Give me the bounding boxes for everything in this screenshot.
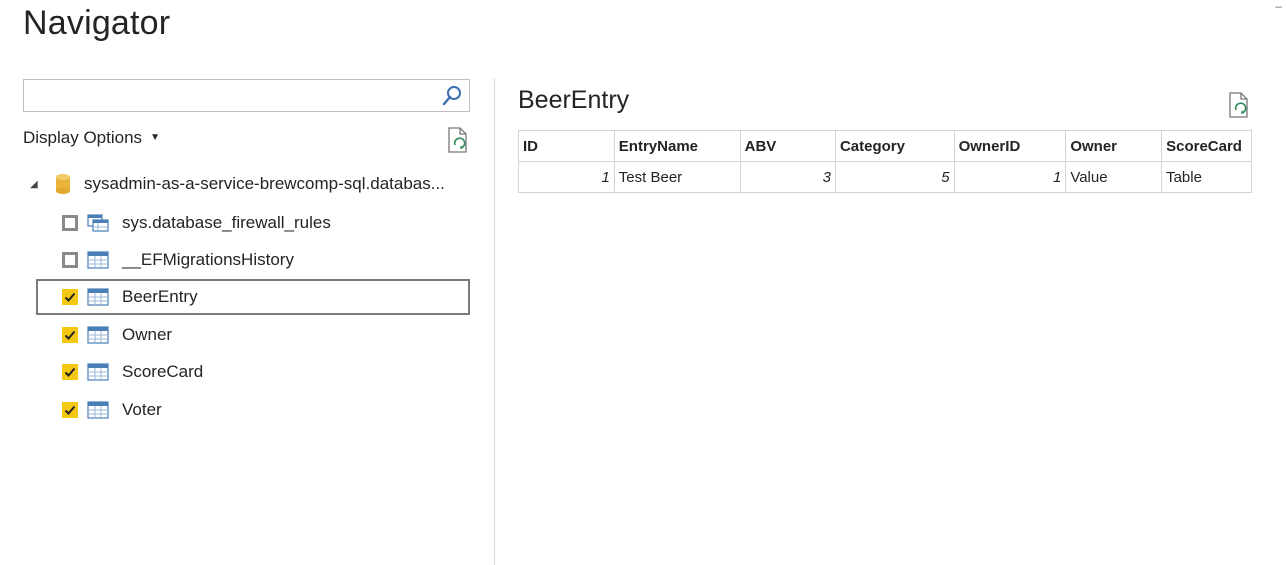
table-icon (87, 400, 109, 419)
checkbox-checked[interactable] (62, 289, 78, 305)
table-cell: Value (1065, 161, 1163, 193)
tree-item-label: Voter (122, 399, 162, 419)
tree-item-label: sys.database_firewall_rules (122, 212, 331, 232)
checkbox-unchecked[interactable] (62, 251, 78, 268)
tree-item-voter[interactable]: Voter (36, 392, 470, 427)
minimize-button[interactable]: _ (1275, 0, 1282, 8)
table-icon (87, 362, 109, 381)
tree-item-owner[interactable]: Owner (36, 317, 470, 352)
column-header[interactable]: ScoreCard (1161, 130, 1252, 162)
table-cell: 3 (739, 161, 836, 193)
column-header[interactable]: EntryName (613, 130, 741, 162)
checkmark-icon (64, 405, 76, 415)
tree-item-label: ScoreCard (122, 361, 204, 381)
table-cell: 1 (518, 161, 615, 193)
tree-item-scorecard[interactable]: ScoreCard (36, 354, 470, 389)
checkbox-checked[interactable] (62, 326, 78, 343)
table-cell: Table (1161, 161, 1252, 193)
tree-item-sys-database-firewall-rules[interactable]: sys.database_firewall_rules (36, 205, 470, 240)
refresh-preview-icon[interactable] (1227, 92, 1251, 118)
preview-title: BeerEntry (518, 86, 630, 114)
tree-item-label: __EFMigrationsHistory (122, 249, 294, 269)
search-input[interactable] (24, 80, 440, 110)
chevron-down-icon: ▼ (150, 132, 160, 143)
checkmark-icon (64, 330, 76, 340)
database-label: sysadmin-as-a-service-brewcomp-sql.datab… (84, 174, 445, 193)
table-row: 1 Test Beer 3 5 1 Value Table (518, 161, 1252, 193)
tree-item-label: Owner (122, 324, 173, 344)
table-icon (87, 288, 109, 306)
checkmark-icon (64, 367, 76, 377)
expand-triangle-icon[interactable]: ◢ (30, 179, 44, 190)
search-box[interactable] (23, 79, 470, 112)
pane-divider[interactable] (494, 78, 495, 565)
checkbox-checked[interactable] (62, 401, 78, 418)
tree-database-node[interactable]: ◢ sysadmin-as-a-service-brewcomp-sql.dat… (30, 172, 445, 196)
tree-item-efmigrationshistory[interactable]: __EFMigrationsHistory (36, 242, 470, 277)
table-cell: 1 (953, 161, 1067, 193)
tree-item-beerentry[interactable]: BeerEntry (36, 279, 470, 315)
column-header[interactable]: Category (834, 130, 955, 162)
table-icon (87, 325, 109, 344)
display-options-dropdown[interactable]: Display Options ▼ (23, 128, 160, 148)
table-icon (87, 250, 109, 269)
table-cell: 5 (834, 161, 955, 193)
display-options-label: Display Options (23, 128, 143, 147)
checkbox-unchecked[interactable] (62, 214, 78, 231)
checkmark-icon (64, 292, 76, 302)
tree-item-label: BeerEntry (122, 287, 198, 306)
refresh-icon[interactable] (446, 127, 470, 153)
table-cell: Test Beer (613, 161, 741, 193)
column-header[interactable]: ABV (739, 130, 836, 162)
preview-grid-container[interactable]: ID EntryName ABV Category OwnerID Owner … (518, 130, 1252, 200)
column-header[interactable]: Owner (1065, 130, 1163, 162)
view-icon (87, 213, 109, 232)
table-header-row: ID EntryName ABV Category OwnerID Owner … (518, 130, 1252, 162)
column-header[interactable]: OwnerID (953, 130, 1067, 162)
search-icon[interactable] (441, 85, 463, 107)
window-controls: _ (1259, 0, 1282, 8)
column-header[interactable]: ID (518, 130, 615, 162)
preview-table: ID EntryName ABV Category OwnerID Owner … (518, 130, 1252, 193)
window-title: Navigator (23, 4, 171, 42)
database-icon (56, 174, 70, 194)
checkbox-checked[interactable] (62, 363, 78, 380)
